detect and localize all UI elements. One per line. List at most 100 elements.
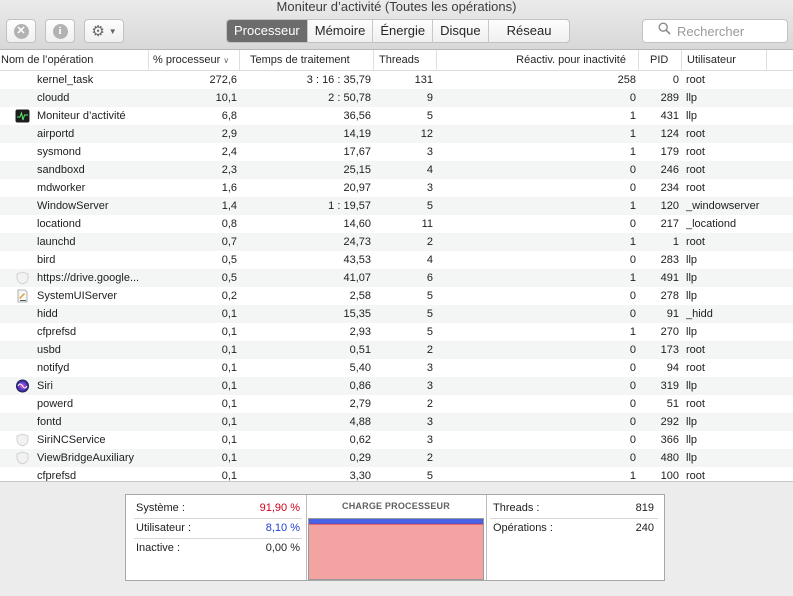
cell-user: root [686, 182, 705, 194]
search-input[interactable] [677, 23, 787, 39]
column-header-time[interactable]: Temps de traitement [241, 50, 374, 70]
table-row[interactable]: launchd 0,7 24,73 2 1 1 root [0, 233, 793, 251]
table-row[interactable]: hidd 0,1 15,35 5 0 91 _hidd [0, 305, 793, 323]
cell-cpu: 2,9 [221, 128, 237, 140]
tab-processeur[interactable]: Processeur [227, 20, 307, 42]
cell-threads: 4 [426, 164, 433, 176]
table-row[interactable]: kernel_task 272,6 3 : 16 : 35,79 131 258 0 roo… [0, 71, 793, 89]
window-title: Moniteur d’activité (Toutes les opératio… [276, 0, 517, 14]
cell-time: 2,79 [349, 398, 371, 410]
cell-name: notifyd [37, 362, 70, 374]
cell-cpu: 272,6 [209, 74, 237, 86]
cell-pid: 480 [660, 452, 679, 464]
table-row[interactable]: notifyd 0,1 5,40 3 0 94 root [0, 359, 793, 377]
cell-cpu: 2,3 [221, 164, 237, 176]
cell-user: root [686, 344, 705, 356]
cell-pid: 120 [660, 200, 679, 212]
cell-name: cloudd [37, 92, 70, 104]
cell-pid: 1 [672, 236, 679, 248]
cell-cpu: 0,1 [221, 398, 237, 410]
column-header-name[interactable]: Nom de l’opération [0, 50, 149, 70]
cell-name: sandboxd [37, 164, 85, 176]
tab-memoire[interactable]: Mémoire [306, 20, 373, 42]
column-header-cpu-label: % processeur [153, 54, 221, 66]
cell-time: 0,62 [349, 434, 371, 446]
table-row[interactable]: SystemUIServer 0,2 2,58 5 0 278 llp [0, 287, 793, 305]
sort-descending-icon: ∨ [223, 56, 230, 65]
table-row[interactable]: https://drive.google... 0,5 41,07 6 1 491 llp [0, 269, 793, 287]
idle-label: Inactive : [136, 542, 181, 554]
search-field[interactable] [642, 19, 788, 43]
cell-cpu: 0,5 [221, 254, 237, 266]
table-row[interactable]: SiriNCService 0,1 0,62 3 0 366 llp [0, 431, 793, 449]
table-row[interactable]: cfprefsd 0,1 3,30 5 1 100 root [0, 467, 793, 481]
table-row[interactable]: bird 0,5 43,53 4 0 283 llp [0, 251, 793, 269]
table-row[interactable]: usbd 0,1 0,51 2 0 173 root [0, 341, 793, 359]
cell-cpu: 0,1 [221, 452, 237, 464]
cell-threads: 3 [426, 434, 433, 446]
document-icon [15, 289, 30, 303]
table-row[interactable]: sandboxd 2,3 25,15 4 0 246 root [0, 161, 793, 179]
tab-energie[interactable]: Énergie [372, 20, 432, 42]
cell-wakeups: 1 [629, 326, 636, 338]
tab-disque[interactable]: Disque [432, 20, 487, 42]
column-header-threads[interactable]: Threads [375, 50, 437, 70]
table-row[interactable]: fontd 0,1 4,88 3 0 292 llp [0, 413, 793, 431]
column-header-wakeups[interactable]: Réactiv. pour inactivité [438, 50, 639, 70]
cell-wakeups: 1 [629, 272, 636, 284]
table-row[interactable]: Siri 0,1 0,86 3 0 319 llp [0, 377, 793, 395]
cpu-load-title: CHARGE PROCESSEUR [342, 501, 450, 511]
shield-icon [15, 271, 30, 285]
column-header-pid[interactable]: PID [640, 50, 682, 70]
cell-time: 0,51 [349, 344, 371, 356]
cell-threads: 2 [426, 398, 433, 410]
table-row[interactable]: powerd 0,1 2,79 2 0 51 root [0, 395, 793, 413]
table-header: Nom de l’opération % processeur ∨ Temps d… [0, 50, 793, 71]
cell-threads: 5 [426, 110, 433, 122]
cell-threads: 5 [426, 470, 433, 481]
cell-name: launchd [37, 236, 76, 248]
cell-name: cfprefsd [37, 326, 77, 338]
cell-name: SystemUIServer [37, 290, 118, 302]
cell-name: usbd [37, 344, 61, 356]
cell-threads: 9 [426, 92, 433, 104]
column-header-user[interactable]: Utilisateur [683, 50, 767, 70]
table-row[interactable]: mdworker 1,6 20,97 3 0 234 root [0, 179, 793, 197]
table-row[interactable]: Moniteur d’activité 6,8 36,56 5 1 431 llp [0, 107, 793, 125]
table-row[interactable]: sysmond 2,4 17,67 3 1 179 root [0, 143, 793, 161]
cell-wakeups: 0 [629, 452, 636, 464]
siri-icon [15, 379, 30, 393]
user-value: 8,10 % [265, 522, 300, 534]
cell-time: 2,58 [349, 290, 371, 302]
cell-pid: 278 [660, 290, 679, 302]
shield-icon [15, 433, 30, 447]
cell-time: 14,19 [343, 128, 371, 140]
cell-user: llp [686, 92, 698, 104]
cell-wakeups: 0 [629, 164, 636, 176]
cell-time: 15,35 [343, 308, 371, 320]
quit-process-button[interactable]: ✕ [6, 19, 36, 43]
cell-pid: 124 [660, 128, 679, 140]
cell-time: 41,07 [343, 272, 371, 284]
table-row[interactable]: ViewBridgeAuxiliary 0,1 0,29 2 0 480 llp [0, 449, 793, 467]
table-row[interactable]: cloudd 10,1 2 : 50,78 9 0 289 llp [0, 89, 793, 107]
cell-name: https://drive.google... [37, 272, 140, 284]
cell-wakeups: 0 [629, 308, 636, 320]
info-button[interactable]: i [45, 19, 75, 43]
cell-pid: 319 [660, 380, 679, 392]
table-row[interactable]: WindowServer 1,4 1 : 19,57 5 1 120 _windowserv… [0, 197, 793, 215]
tab-reseau[interactable]: Réseau [487, 20, 570, 42]
table-row[interactable]: locationd 0,8 14,60 11 0 217 _locationd [0, 215, 793, 233]
shield-icon [15, 451, 30, 465]
column-header-cpu[interactable]: % processeur ∨ [148, 50, 240, 70]
table-row[interactable]: cfprefsd 0,1 2,93 5 1 270 llp [0, 323, 793, 341]
process-table: kernel_task 272,6 3 : 16 : 35,79 131 258 0 roo… [0, 71, 793, 481]
cell-cpu: 10,1 [215, 92, 237, 104]
processes-label: Opérations : [493, 522, 553, 534]
action-menu-button[interactable]: ⚙ ▼ [84, 19, 124, 43]
cell-name: mdworker [37, 182, 86, 194]
cell-cpu: 0,1 [221, 434, 237, 446]
cell-user: llp [686, 272, 698, 284]
table-row[interactable]: airportd 2,9 14,19 12 1 124 root [0, 125, 793, 143]
cell-user: llp [686, 416, 698, 428]
